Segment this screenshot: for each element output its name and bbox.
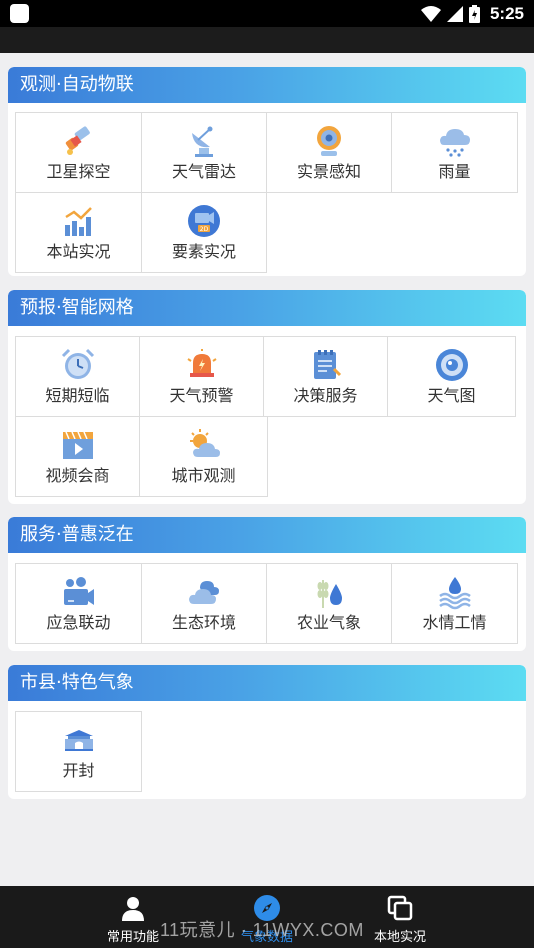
grid-item-live-view[interactable]: 实景感知	[266, 112, 392, 193]
grid-item-label: 农业气象	[296, 613, 361, 632]
alarm-bell-icon	[186, 349, 217, 377]
section-service: 服务·普惠泛在 应急联动 生态环境 农业气象 水情工情	[8, 517, 526, 651]
grid-item-label: 生态环境	[171, 613, 236, 632]
grid-item-label: 短期短临	[45, 386, 110, 405]
sun-cloud-icon	[189, 429, 220, 457]
grid-item-label: 开封	[62, 761, 95, 780]
eye-target-icon	[435, 349, 468, 381]
grid-item-label: 本站实况	[46, 242, 111, 261]
grid-item-radar[interactable]: 天气雷达	[141, 112, 267, 193]
grid-item-label: 水情工情	[422, 613, 487, 632]
webcam-icon	[317, 126, 341, 156]
grid-item-element-live[interactable]: 2D 要素实况	[141, 192, 267, 273]
status-time: 5:25	[489, 3, 524, 23]
grid-item-label: 卫星探空	[46, 162, 111, 181]
notification-icon	[10, 4, 29, 23]
section-title: 预报·智能网格	[8, 290, 526, 326]
section-forecast: 预报·智能网格 短期短临 天气预警 决策服务 天气图 视频会商 城市观测	[8, 290, 526, 504]
grid-item-water-condition[interactable]: 水情工情	[391, 563, 518, 644]
grid-item-agriculture[interactable]: 农业气象	[266, 563, 392, 644]
section-title: 市县·特色气象	[8, 665, 526, 701]
grid-item-weather-warning[interactable]: 天气预警	[139, 336, 264, 417]
water-waves-icon	[438, 577, 471, 610]
grid-item-label: 应急联动	[46, 613, 111, 632]
grid-item-label: 视频会商	[45, 466, 110, 485]
grid-item-video-consult[interactable]: 视频会商	[15, 416, 140, 497]
grid-item-city-observation[interactable]: 城市观测	[139, 416, 268, 497]
nav-label: 本地实况	[373, 930, 426, 945]
app-top-bar	[0, 27, 534, 53]
section-city-county: 市县·特色气象 开封	[8, 665, 526, 799]
grid-item-label: 天气预警	[169, 386, 234, 405]
section-title: 观测·自动物联	[8, 67, 526, 103]
wheat-drop-icon	[317, 580, 342, 608]
notepad-icon	[313, 350, 341, 379]
copy-squares-icon	[387, 895, 413, 921]
grid-item-decision-service[interactable]: 决策服务	[263, 336, 388, 417]
grid-item-label: 城市观测	[171, 466, 236, 485]
status-icons: 5:25	[420, 2, 524, 25]
radar-dish-icon	[192, 126, 213, 157]
bar-chart-icon	[64, 207, 92, 236]
grid-item-label: 雨量	[438, 162, 471, 181]
rain-cloud-icon	[439, 129, 470, 157]
satellite-icon	[65, 126, 90, 155]
grid-item-label: 要素实况	[171, 242, 236, 261]
clouds-icon	[189, 581, 219, 604]
signal-icon	[446, 5, 463, 22]
battery-icon	[468, 4, 480, 23]
main-content: 观测·自动物联 卫星探空 天气雷达 实景感知 雨量 本站实况 2D 要素实况 预…	[0, 53, 534, 886]
grid-item-label: 天气雷达	[171, 162, 236, 181]
grid-item-short-term[interactable]: 短期短临	[15, 336, 140, 417]
grid-item-label: 天气图	[427, 386, 476, 405]
grid-item-label: 实景感知	[296, 162, 361, 181]
wifi-icon	[420, 5, 441, 22]
watermark: 11玩意儿 · 11WYX.COM	[160, 920, 364, 940]
section-observation: 观测·自动物联 卫星探空 天气雷达 实景感知 雨量 本站实况 2D 要素实况	[8, 67, 526, 276]
nav-local-live[interactable]: 本地实况	[350, 886, 450, 948]
grid-item-kaifeng[interactable]: 开封	[15, 711, 142, 792]
svg-text:2D: 2D	[200, 226, 209, 233]
grid-item-weather-map[interactable]: 天气图	[387, 336, 516, 417]
grid-item-satellite[interactable]: 卫星探空	[15, 112, 142, 193]
grid-item-emergency[interactable]: 应急联动	[15, 563, 142, 644]
city-gate-icon	[64, 730, 93, 751]
video-play-icon	[62, 431, 93, 459]
section-title: 服务·普惠泛在	[8, 517, 526, 553]
grid-item-label: 决策服务	[293, 386, 358, 405]
status-bar: 5:25	[0, 0, 534, 27]
grid-item-ecology[interactable]: 生态环境	[141, 563, 267, 644]
person-icon	[122, 897, 144, 921]
grid-item-rainfall[interactable]: 雨量	[391, 112, 518, 193]
grid-item-station-live[interactable]: 本站实况	[15, 192, 142, 273]
alarm-clock-icon	[61, 348, 94, 379]
video-2d-icon: 2D	[188, 205, 220, 237]
camera-people-icon	[63, 577, 94, 605]
